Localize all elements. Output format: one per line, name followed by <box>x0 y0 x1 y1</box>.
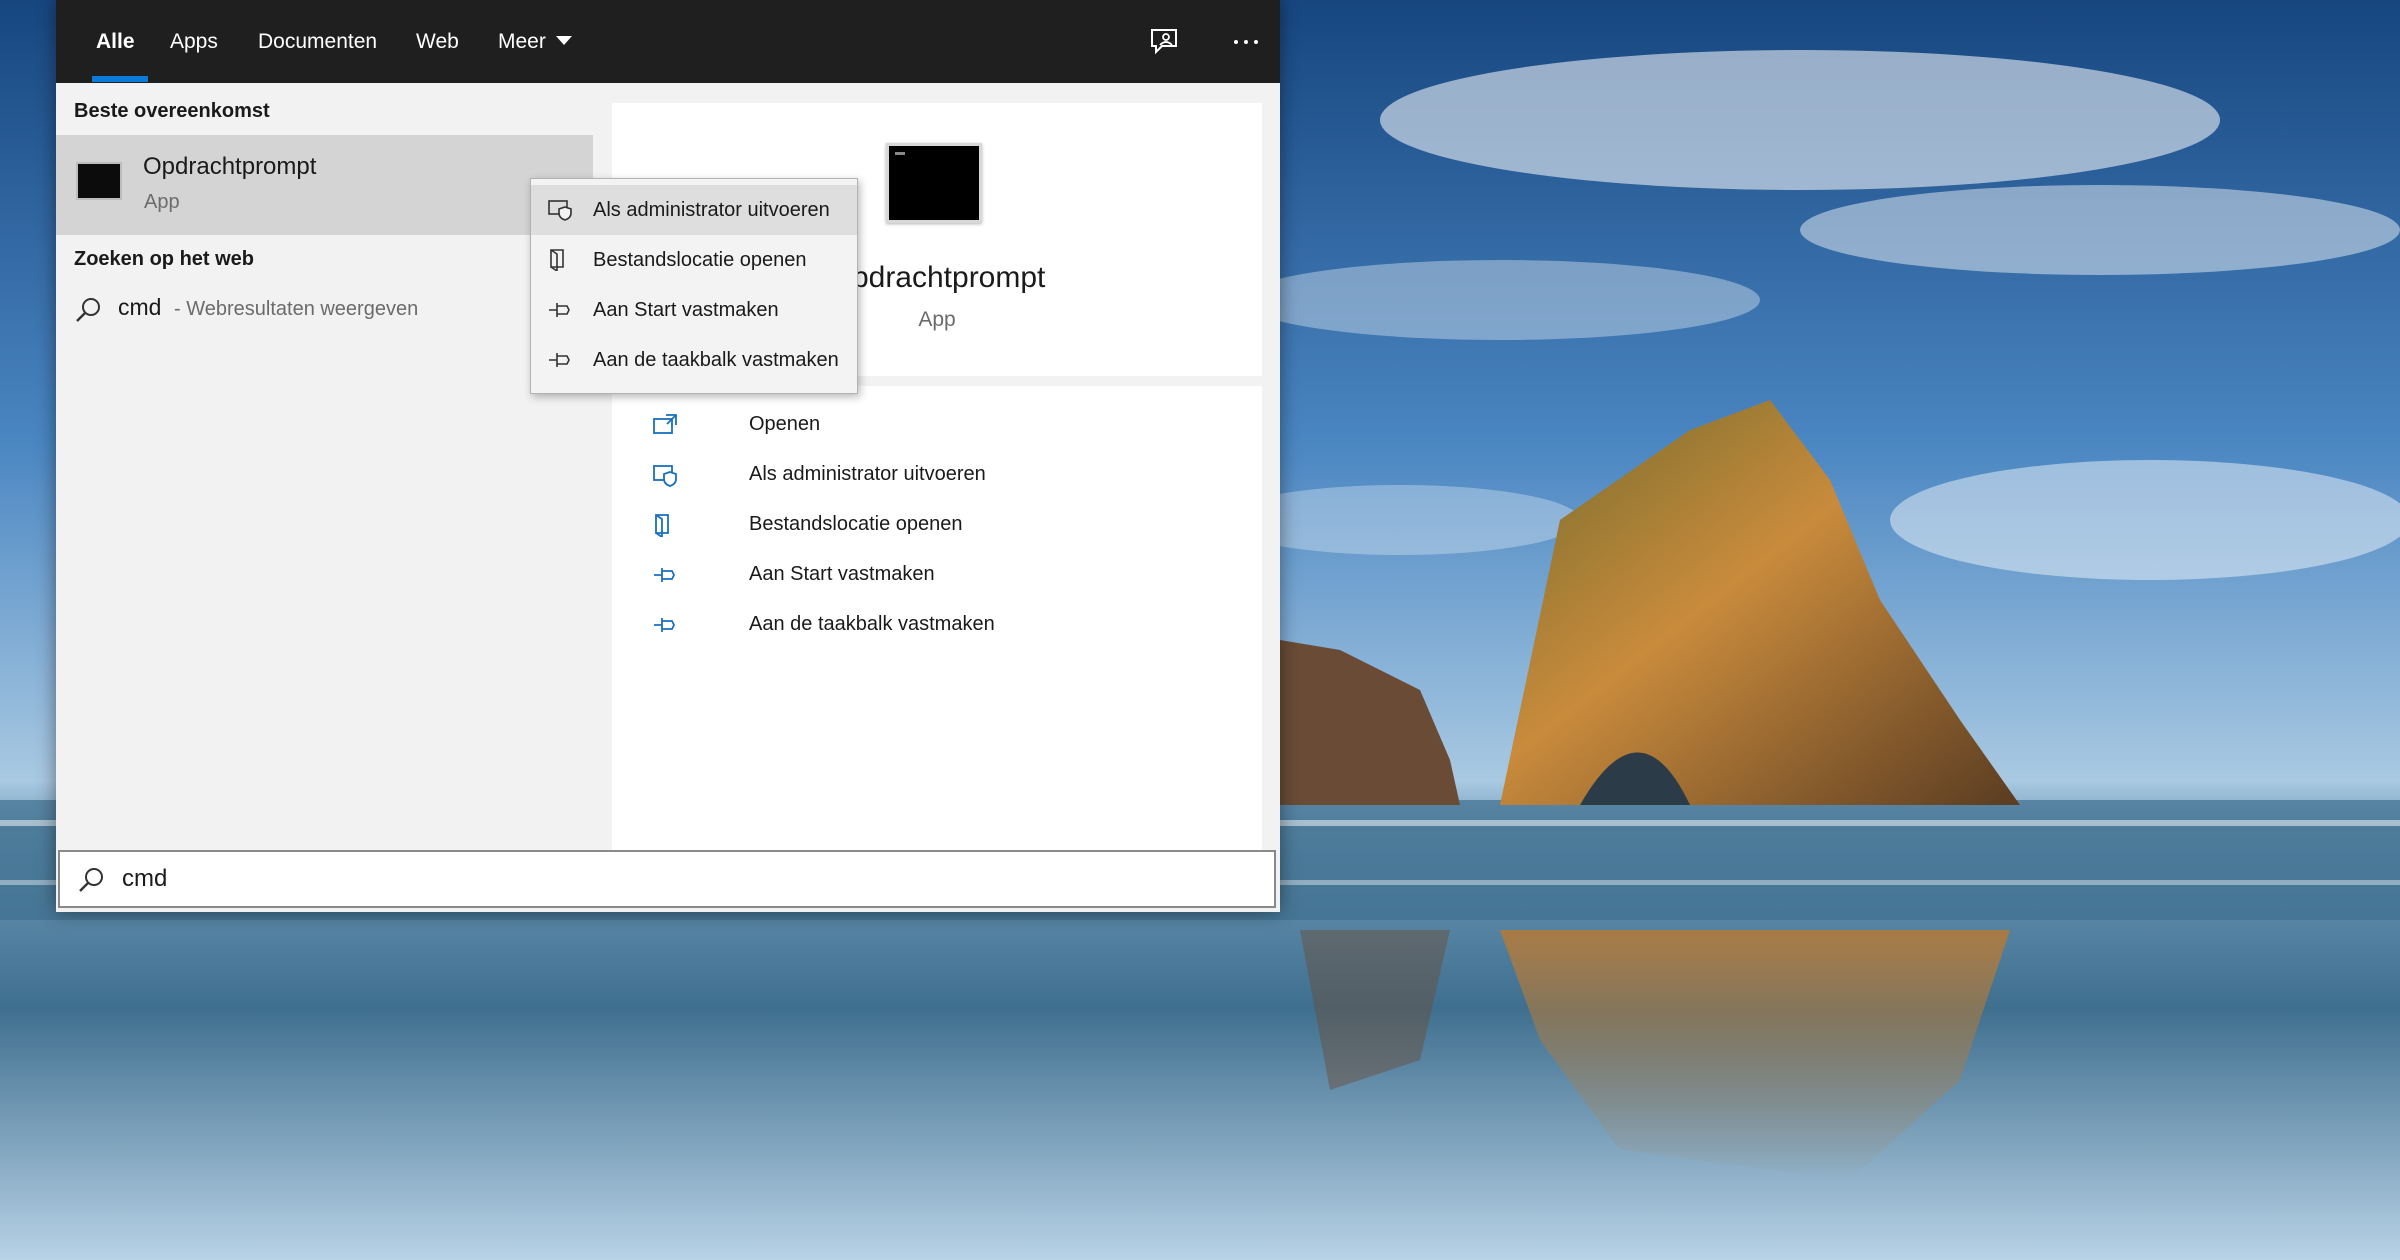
search-filter-bar: Alle Apps Documenten Web Meer <box>56 0 1280 83</box>
command-prompt-icon <box>76 162 122 200</box>
best-match-title: Opdrachtprompt <box>143 153 317 180</box>
tab-alle[interactable]: Alle <box>96 0 135 83</box>
context-pin-to-taskbar[interactable]: Aan de taakbalk vastmaken <box>531 335 857 385</box>
search-box[interactable] <box>58 850 1276 908</box>
web-search-hint: - Webresultaten weergeven <box>174 298 419 320</box>
desktop-wallpaper: Alle Apps Documenten Web Meer Beste over… <box>0 0 2400 1260</box>
pin-icon <box>654 568 676 582</box>
context-open-file-location[interactable]: Bestandslocatie openen <box>531 235 857 285</box>
pin-icon <box>654 618 676 632</box>
file-location-icon <box>550 249 564 271</box>
action-pin-to-start-label: Aan Start vastmaken <box>749 563 935 585</box>
action-open-file-location-label: Bestandslocatie openen <box>749 513 963 535</box>
shield-icon <box>653 465 677 487</box>
more-options-icon[interactable] <box>1230 26 1262 58</box>
web-search-heading: Zoeken op het web <box>74 248 255 270</box>
shield-icon <box>548 200 572 221</box>
open-icon <box>653 414 677 434</box>
best-match-result[interactable]: Opdrachtprompt App <box>56 135 593 235</box>
active-tab-indicator <box>92 76 148 82</box>
action-open[interactable]: Openen <box>612 401 1262 449</box>
results-list: Beste overeenkomst Opdrachtprompt App Zo… <box>56 83 593 850</box>
action-pin-to-start[interactable]: Aan Start vastmaken <box>612 551 1262 599</box>
context-run-as-admin[interactable]: Als administrator uitvoeren <box>531 185 857 235</box>
web-search-result[interactable]: cmd - Webresultaten weergeven <box>56 284 593 334</box>
feedback-icon[interactable] <box>1148 26 1180 58</box>
command-prompt-large-icon <box>886 143 982 223</box>
chevron-down-icon[interactable] <box>556 36 572 45</box>
action-pin-to-taskbar[interactable]: Aan de taakbalk vastmaken <box>612 601 1262 649</box>
pin-icon <box>549 353 570 367</box>
search-icon <box>79 868 103 892</box>
context-pin-to-taskbar-label: Aan de taakbalk vastmaken <box>593 349 839 371</box>
file-location-icon <box>655 514 669 537</box>
context-pin-to-start-label: Aan Start vastmaken <box>593 299 779 321</box>
action-open-file-location[interactable]: Bestandslocatie openen <box>612 501 1262 549</box>
tab-web[interactable]: Web <box>416 0 459 83</box>
action-open-label: Openen <box>749 413 821 435</box>
tab-meer[interactable]: Meer <box>498 0 546 83</box>
action-pin-to-taskbar-label: Aan de taakbalk vastmaken <box>749 613 995 635</box>
search-icon <box>76 298 100 322</box>
context-pin-to-start[interactable]: Aan Start vastmaken <box>531 285 857 335</box>
best-match-subtitle: App <box>144 191 180 213</box>
web-search-query: cmd <box>118 294 162 320</box>
tab-apps[interactable]: Apps <box>170 0 218 83</box>
action-run-as-admin-label: Als administrator uitvoeren <box>749 463 986 485</box>
pin-icon <box>549 303 570 317</box>
search-input[interactable] <box>120 864 724 894</box>
best-match-heading: Beste overeenkomst <box>74 100 270 122</box>
start-search-panel: Alle Apps Documenten Web Meer Beste over… <box>56 0 1280 912</box>
context-open-file-location-label: Bestandslocatie openen <box>593 249 807 271</box>
context-menu: Als administrator uitvoeren Bestandsloca… <box>530 178 858 394</box>
action-run-as-admin[interactable]: Als administrator uitvoeren <box>612 451 1262 499</box>
context-run-as-admin-label: Als administrator uitvoeren <box>593 199 830 221</box>
tab-documenten[interactable]: Documenten <box>258 0 377 83</box>
